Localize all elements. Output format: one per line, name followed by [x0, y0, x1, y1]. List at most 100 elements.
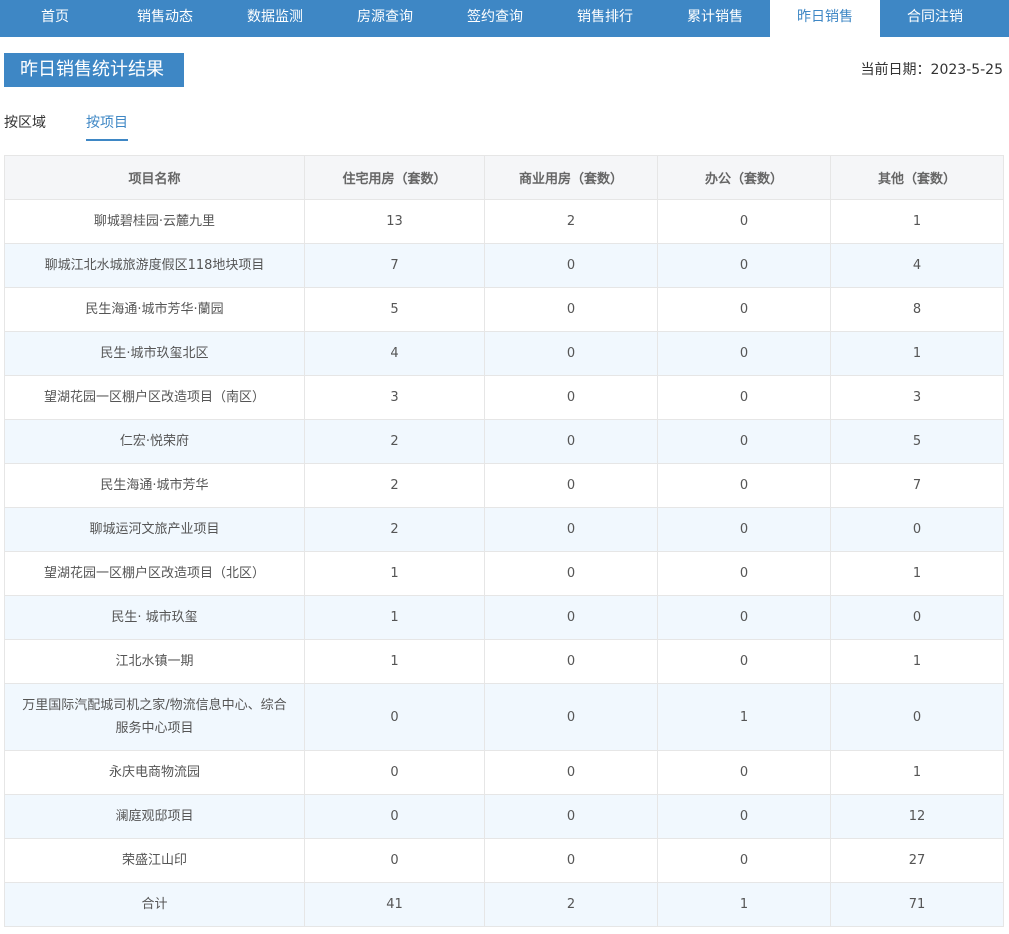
cell-project-name: 民生·城市玖玺北区 — [4, 331, 305, 376]
column-header-residential: 住宅用房（套数） — [304, 155, 485, 200]
tab-by-project[interactable]: 按项目 — [86, 112, 128, 141]
table-header-row: 项目名称 住宅用房（套数） 商业用房（套数） 办公（套数） 其他（套数） — [4, 155, 1004, 200]
cell-project-name: 永庆电商物流园 — [4, 750, 305, 795]
cell-commercial: 0 — [484, 463, 658, 508]
cell-other: 27 — [830, 838, 1004, 883]
cell-total-label: 合计 — [4, 882, 305, 927]
cell-project-name: 仁宏·悦荣府 — [4, 419, 305, 464]
cell-residential: 7 — [304, 243, 485, 288]
cell-commercial: 0 — [484, 419, 658, 464]
cell-other: 12 — [830, 794, 1004, 839]
table-row: 聊城江北水城旅游度假区118地块项目 7 0 0 4 — [4, 243, 1004, 288]
table-row: 聊城碧桂园·云麓九里 13 2 0 1 — [4, 199, 1004, 244]
cell-office: 0 — [657, 639, 831, 684]
table-row: 澜庭观邸项目 0 0 0 12 — [4, 794, 1004, 839]
column-header-project-name: 项目名称 — [4, 155, 305, 200]
tab-by-region[interactable]: 按区域 — [4, 112, 46, 141]
nav-item-sales-dynamics[interactable]: 销售动态 — [110, 0, 220, 37]
table-row: 仁宏·悦荣府 2 0 0 5 — [4, 419, 1004, 464]
table-row: 民生海通·城市芳华·蘭园 5 0 0 8 — [4, 287, 1004, 332]
nav-item-sales-ranking[interactable]: 销售排行 — [550, 0, 660, 37]
cell-other: 7 — [830, 463, 1004, 508]
current-date-label: 当前日期： — [860, 62, 931, 78]
table-row: 民生· 城市玖玺 1 0 0 0 — [4, 595, 1004, 640]
column-header-other: 其他（套数） — [830, 155, 1004, 200]
cell-office: 0 — [657, 287, 831, 332]
table-total-row: 合计 41 2 1 71 — [4, 882, 1004, 927]
table-row: 民生海通·城市芳华 2 0 0 7 — [4, 463, 1004, 508]
cell-commercial: 0 — [484, 287, 658, 332]
cell-other: 1 — [830, 750, 1004, 795]
cell-total-office: 1 — [657, 882, 831, 927]
top-navigation: 首页 销售动态 数据监测 房源查询 签约查询 销售排行 累计销售 昨日销售 合同… — [0, 0, 1009, 37]
cell-commercial: 0 — [484, 683, 658, 751]
nav-item-contract-cancellation[interactable]: 合同注销 — [880, 0, 990, 37]
nav-item-housing-query[interactable]: 房源查询 — [330, 0, 440, 37]
cell-office: 0 — [657, 595, 831, 640]
cell-office: 0 — [657, 838, 831, 883]
cell-office: 0 — [657, 463, 831, 508]
cell-residential: 3 — [304, 375, 485, 420]
cell-office: 1 — [657, 683, 831, 751]
cell-commercial: 0 — [484, 794, 658, 839]
cell-residential: 2 — [304, 419, 485, 464]
cell-residential: 5 — [304, 287, 485, 332]
cell-commercial: 0 — [484, 375, 658, 420]
cell-residential: 4 — [304, 331, 485, 376]
cell-commercial: 0 — [484, 639, 658, 684]
table-row: 永庆电商物流园 0 0 0 1 — [4, 750, 1004, 795]
nav-item-contract-query[interactable]: 签约查询 — [440, 0, 550, 37]
cell-total-other: 71 — [830, 882, 1004, 927]
cell-other: 1 — [830, 551, 1004, 596]
cell-project-name: 民生· 城市玖玺 — [4, 595, 305, 640]
cell-project-name: 万里国际汽配城司机之家/物流信息中心、综合服务中心项目 — [4, 683, 305, 751]
cell-commercial: 0 — [484, 595, 658, 640]
view-tabs: 按区域 按项目 — [4, 112, 168, 142]
cell-office: 0 — [657, 794, 831, 839]
cell-office: 0 — [657, 507, 831, 552]
cell-other: 4 — [830, 243, 1004, 288]
table-row: 民生·城市玖玺北区 4 0 0 1 — [4, 331, 1004, 376]
cell-other: 8 — [830, 287, 1004, 332]
cell-office: 0 — [657, 551, 831, 596]
nav-item-home[interactable]: 首页 — [0, 0, 110, 37]
nav-item-data-monitoring[interactable]: 数据监测 — [220, 0, 330, 37]
cell-total-residential: 41 — [304, 882, 485, 927]
cell-project-name: 聊城碧桂园·云麓九里 — [4, 199, 305, 244]
current-date: 当前日期：2023-5-25 — [861, 59, 1003, 79]
cell-residential: 0 — [304, 683, 485, 751]
table-row: 望湖花园一区棚户区改造项目（北区） 1 0 0 1 — [4, 551, 1004, 596]
current-date-value: 2023-5-25 — [930, 62, 1003, 78]
cell-residential: 13 — [304, 199, 485, 244]
cell-office: 0 — [657, 419, 831, 464]
cell-office: 0 — [657, 750, 831, 795]
cell-project-name: 荣盛江山印 — [4, 838, 305, 883]
cell-residential: 0 — [304, 838, 485, 883]
cell-project-name: 澜庭观邸项目 — [4, 794, 305, 839]
cell-other: 5 — [830, 419, 1004, 464]
cell-project-name: 民生海通·城市芳华 — [4, 463, 305, 508]
cell-commercial: 2 — [484, 199, 658, 244]
cell-project-name: 聊城江北水城旅游度假区118地块项目 — [4, 243, 305, 288]
cell-commercial: 0 — [484, 750, 658, 795]
cell-other: 1 — [830, 331, 1004, 376]
cell-project-name: 望湖花园一区棚户区改造项目（南区） — [4, 375, 305, 420]
cell-residential: 1 — [304, 551, 485, 596]
nav-item-cumulative-sales[interactable]: 累计销售 — [660, 0, 770, 37]
cell-office: 0 — [657, 243, 831, 288]
cell-other: 3 — [830, 375, 1004, 420]
cell-commercial: 0 — [484, 838, 658, 883]
cell-residential: 2 — [304, 507, 485, 552]
cell-residential: 0 — [304, 750, 485, 795]
cell-project-name: 民生海通·城市芳华·蘭园 — [4, 287, 305, 332]
nav-item-yesterday-sales[interactable]: 昨日销售 — [770, 0, 880, 37]
sales-stats-table: 项目名称 住宅用房（套数） 商业用房（套数） 办公（套数） 其他（套数） 聊城碧… — [4, 155, 1004, 927]
cell-commercial: 0 — [484, 551, 658, 596]
cell-other: 0 — [830, 683, 1004, 751]
cell-residential: 1 — [304, 639, 485, 684]
cell-total-commercial: 2 — [484, 882, 658, 927]
table-row: 聊城运河文旅产业项目 2 0 0 0 — [4, 507, 1004, 552]
table-row: 江北水镇一期 1 0 0 1 — [4, 639, 1004, 684]
cell-other: 0 — [830, 595, 1004, 640]
cell-other: 1 — [830, 639, 1004, 684]
